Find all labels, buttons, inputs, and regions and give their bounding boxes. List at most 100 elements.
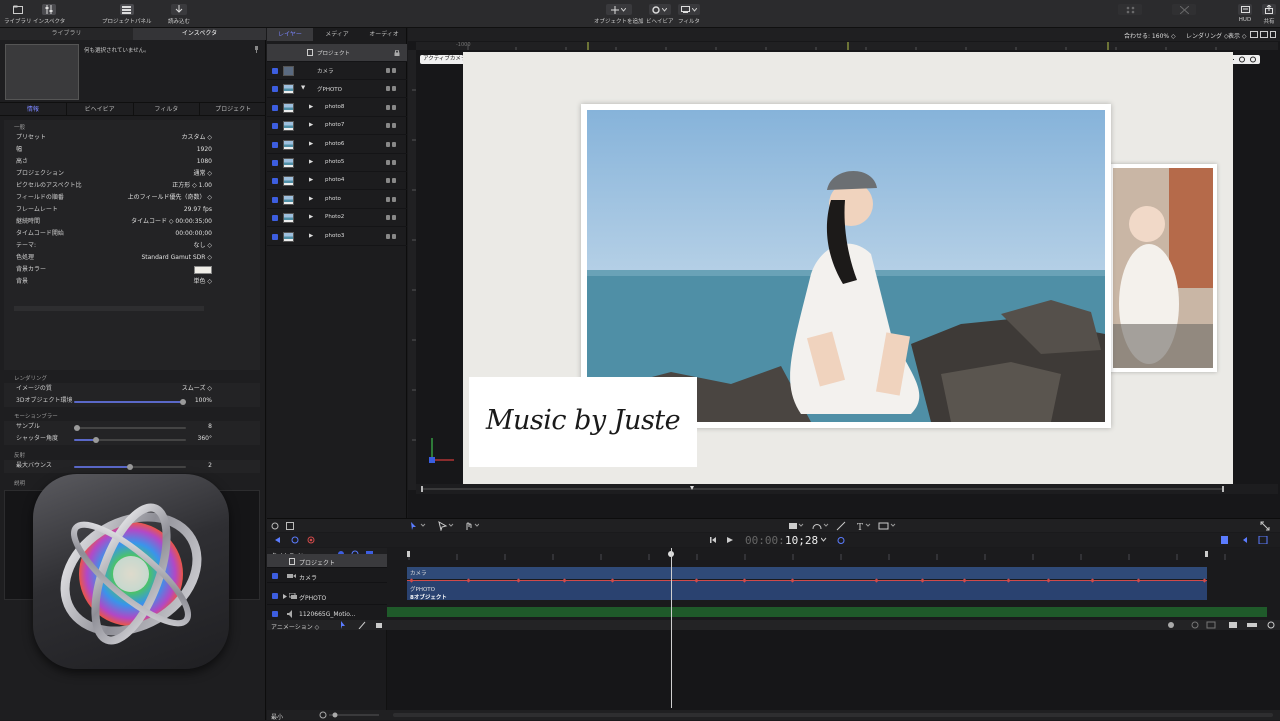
blend-icon[interactable] — [386, 141, 390, 147]
disclosure-triangle-icon[interactable]: ▶ — [309, 159, 313, 165]
blend-icon[interactable] — [386, 123, 390, 129]
background-color-swatch[interactable] — [193, 266, 212, 274]
render-popup[interactable]: レンダリング ◇ — [1186, 31, 1229, 40]
layer-visibility-checkbox[interactable] — [272, 160, 278, 166]
keyframe[interactable] — [694, 578, 699, 583]
blend-icon[interactable] — [386, 178, 390, 184]
layer-project-row[interactable]: プロジェクト — [267, 44, 407, 62]
slider-knob[interactable] — [179, 399, 186, 405]
tab-media[interactable]: メディア — [314, 28, 360, 41]
camera-clip[interactable]: カメラ — [407, 567, 1207, 579]
layer-name[interactable]: photo4 — [325, 177, 344, 183]
keyframe[interactable] — [1090, 578, 1095, 583]
keyframe[interactable] — [1006, 578, 1011, 583]
property-value[interactable]: 29.97 fps — [184, 204, 212, 216]
layer-name[interactable]: photo6 — [325, 141, 344, 147]
layer-visibility-checkbox[interactable] — [272, 141, 278, 148]
view-popup[interactable]: 表示 ◇ — [1228, 31, 1247, 40]
keyframe[interactable] — [742, 578, 747, 583]
property-value[interactable]: 単色 ◇ — [193, 276, 212, 288]
layer-lock-icons[interactable] — [386, 68, 398, 74]
share-button[interactable]: 共有 — [1262, 4, 1276, 25]
keyframe[interactable] — [920, 578, 925, 583]
image-quality-popup[interactable]: スムーズ ◇ — [182, 383, 212, 395]
layer-lock-icons[interactable] — [386, 123, 398, 129]
group-clip[interactable]: グPHOTO 8オブジェクト — [407, 578, 1207, 601]
disabled-tool-1[interactable] — [1118, 4, 1142, 15]
track-enable-checkbox[interactable] — [272, 573, 278, 579]
max-bounce-value[interactable]: 2 — [208, 460, 212, 472]
title-text[interactable]: Music by Juste — [469, 405, 697, 436]
lock-icon[interactable] — [392, 141, 396, 147]
keyframe-editor[interactable] — [387, 630, 1280, 710]
project-panel-button[interactable]: プロジェクトパネル — [102, 4, 152, 25]
layer-row[interactable]: カメラ — [267, 62, 407, 80]
keyframe[interactable] — [874, 578, 879, 583]
layer-name[interactable]: photo8 — [325, 104, 344, 110]
layer-name[interactable]: photo — [325, 196, 341, 202]
lock-icon[interactable] — [392, 196, 396, 202]
disclosure-triangle-icon[interactable]: ▶ — [309, 214, 313, 220]
disclosure-triangle-icon[interactable]: ▶ — [309, 196, 313, 202]
disclosure-triangle-icon[interactable] — [283, 594, 287, 599]
disabled-tool-2[interactable] — [1172, 4, 1196, 15]
lock-icon[interactable] — [392, 104, 396, 110]
layer-lock-icons[interactable] — [386, 86, 398, 92]
layer-visibility-checkbox[interactable] — [272, 196, 278, 203]
layer-visibility-checkbox[interactable] — [272, 86, 278, 93]
timecode-options[interactable] — [821, 537, 847, 544]
layer-lock-icons[interactable] — [386, 215, 398, 221]
shutter-slider[interactable] — [74, 437, 186, 443]
layer-lock-icons[interactable] — [386, 104, 398, 111]
sample-value[interactable]: 8 — [208, 421, 212, 433]
timeline-ruler[interactable] — [387, 548, 1280, 560]
lock-icon[interactable] — [394, 50, 400, 56]
blend-icon[interactable] — [386, 68, 390, 73]
tab-audio[interactable]: オーディオ — [361, 28, 407, 41]
hud-button[interactable]: HUD — [1238, 4, 1252, 23]
blend-icon[interactable] — [386, 196, 390, 202]
disclosure-triangle-icon[interactable]: ▶ — [309, 233, 313, 239]
sample-slider[interactable] — [74, 425, 186, 431]
layer-row[interactable]: ▶ photo7 — [267, 117, 407, 136]
keyframe[interactable] — [962, 578, 967, 583]
lock-icon[interactable] — [392, 178, 396, 184]
layer-lock-icons[interactable] — [386, 178, 398, 184]
layer-name[interactable]: photo3 — [325, 233, 344, 239]
blend-icon[interactable] — [386, 86, 390, 92]
inspector-button[interactable]: インスペクタ — [33, 4, 65, 25]
zoom-popup[interactable]: 合わせる: 160% ◇ — [1124, 31, 1176, 40]
view-toggle-icons[interactable] — [271, 522, 295, 530]
disclosure-triangle-icon[interactable]: ▶ — [309, 104, 313, 110]
slider-knob[interactable] — [127, 464, 133, 470]
tab-behaviors[interactable]: ビヘイビア — [67, 103, 134, 115]
lock-icon[interactable] — [392, 123, 396, 129]
layer-lock-icons[interactable] — [386, 160, 398, 166]
behaviors-button[interactable]: ビヘイビア — [646, 4, 674, 25]
pin-icon[interactable] — [254, 46, 259, 53]
lock-icon[interactable] — [392, 233, 396, 239]
window-layout-icons[interactable] — [1250, 31, 1276, 38]
expand-icon[interactable] — [1260, 521, 1270, 531]
select-transform-tools[interactable] — [409, 521, 479, 531]
import-button[interactable]: 読み込む — [168, 4, 190, 25]
property-value[interactable]: 1080 — [197, 156, 212, 168]
keyframe[interactable] — [1202, 578, 1207, 583]
property-value[interactable]: なし ◇ — [193, 240, 212, 252]
layer-visibility-checkbox[interactable] — [272, 233, 278, 240]
photo-card-secondary[interactable] — [1109, 164, 1217, 372]
shape-text-tools[interactable]: T — [787, 521, 907, 531]
playhead[interactable] — [671, 548, 672, 708]
layer-name[interactable]: カメラ — [317, 67, 334, 75]
layer-name[interactable]: photo7 — [325, 122, 344, 128]
title-card[interactable]: Music by Juste — [469, 377, 697, 467]
library-button[interactable]: ライブラリ — [4, 4, 32, 25]
disclosure-triangle-icon[interactable]: ▶ — [309, 122, 313, 128]
tab-filters[interactable]: フィルタ — [134, 103, 201, 115]
tab-layers[interactable]: レイヤー — [267, 28, 313, 41]
property-value[interactable]: 正方形 ◇ 1.00 — [172, 180, 212, 192]
tab-project[interactable]: プロジェクト — [200, 103, 266, 115]
layer-lock-icons[interactable] — [386, 141, 398, 148]
audio-clip[interactable] — [387, 607, 1267, 617]
layer-visibility-checkbox[interactable] — [272, 123, 278, 130]
